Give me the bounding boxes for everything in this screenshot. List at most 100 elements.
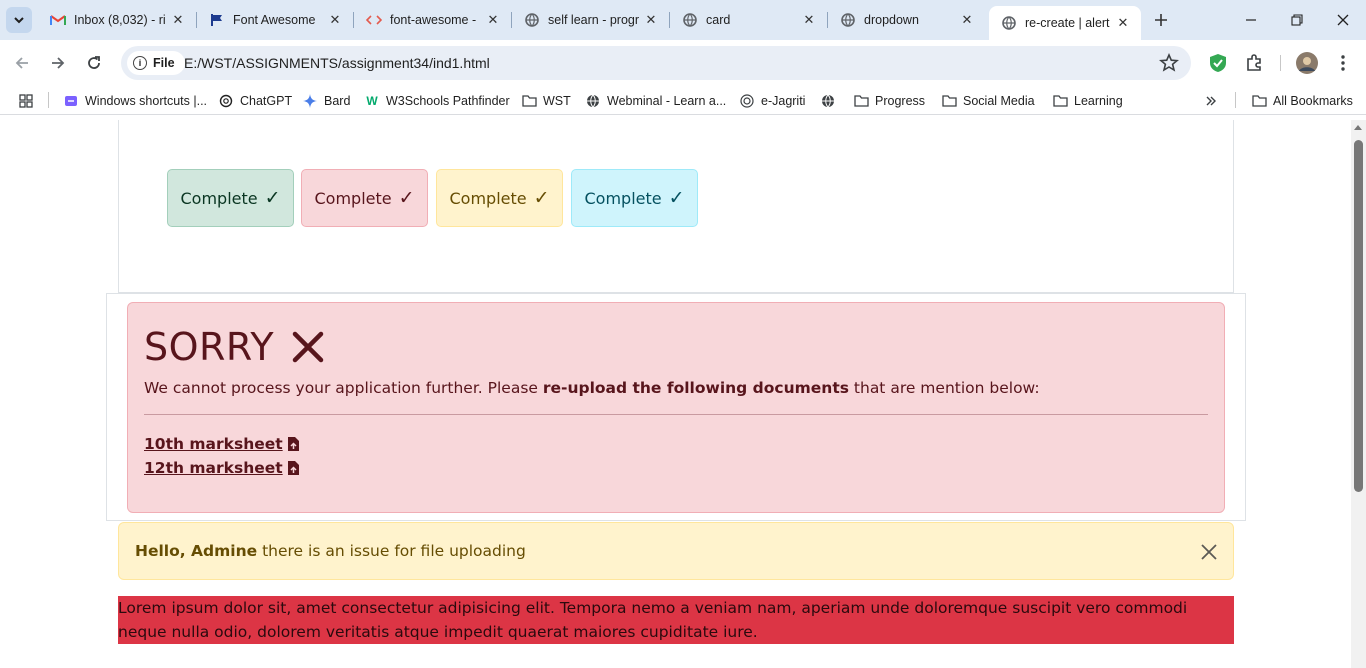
info-icon: i (133, 56, 147, 70)
new-tab-button[interactable] (1150, 9, 1172, 31)
tab-self-learn[interactable]: self learn - progr ✕ (512, 0, 669, 40)
globe-icon (840, 12, 856, 28)
danger-alert-container: SORRY We cannot process your application… (106, 293, 1246, 521)
bookmark-label: Social Media (963, 94, 1035, 108)
shield-extension-button[interactable] (1207, 52, 1229, 74)
close-icon[interactable]: ✕ (1115, 15, 1131, 31)
extensions-button[interactable] (1243, 52, 1265, 74)
bookmark-label: Windows shortcuts |... (85, 94, 208, 108)
bookmark-divider (1235, 92, 1236, 108)
more-vertical-icon (1341, 55, 1345, 71)
bookmark-wst-folder[interactable]: WST (521, 92, 571, 110)
bookmarks-overflow-button[interactable] (1203, 92, 1225, 110)
tab-card[interactable]: card ✕ (670, 0, 827, 40)
chatgpt-icon (218, 93, 234, 109)
bookmark-learning-folder[interactable]: Learning (1052, 92, 1123, 110)
bookmark-label: Learning (1074, 94, 1123, 108)
all-bookmarks-button[interactable]: All Bookmarks (1251, 92, 1353, 110)
tab-re-create-alert[interactable]: re-create | alert ✕ (989, 6, 1141, 40)
close-icon (1337, 14, 1349, 26)
forward-button[interactable] (44, 49, 72, 77)
bookmark-bard[interactable]: Bard (302, 92, 350, 110)
alert-message-emphasis: re-upload the following documents (542, 379, 849, 397)
alert-heading: SORRY (144, 325, 324, 369)
arrow-left-icon (15, 57, 28, 69)
bookmark-e-jagriti[interactable]: e-Jagriti (739, 92, 805, 110)
tab-title: re-create | alert (1025, 16, 1110, 30)
url-text[interactable]: E:/WST/ASSIGNMENTS/assignment34/ind1.htm… (184, 55, 490, 71)
check-icon: ✓ (398, 187, 415, 209)
bookmark-windows-shortcuts[interactable]: Windows shortcuts |... (63, 92, 207, 110)
all-bookmarks-label: All Bookmarks (1273, 94, 1353, 108)
lorem-paragraph: Lorem ipsum dolor sit, amet consectetur … (118, 596, 1234, 644)
tab-dropdown[interactable]: dropdown ✕ (828, 0, 985, 40)
minimize-button[interactable] (1228, 0, 1274, 40)
bookmark-divider (48, 92, 49, 108)
browser-toolbar: i File E:/WST/ASSIGNMENTS/assignment34/i… (0, 40, 1366, 86)
close-icon[interactable] (1199, 542, 1219, 562)
file-upload-icon (287, 461, 299, 475)
scroll-up-arrow-icon[interactable] (1354, 125, 1362, 130)
minimize-icon (1246, 19, 1256, 21)
check-icon: ✓ (533, 187, 550, 209)
tab-font-awesome[interactable]: Font Awesome ✕ (197, 0, 353, 40)
site-info-chip[interactable]: i File (127, 51, 185, 75)
page-scrollbar[interactable] (1351, 120, 1366, 668)
close-icon[interactable]: ✕ (485, 12, 501, 28)
reload-button[interactable] (80, 49, 108, 77)
bookmark-webminal[interactable]: Webminal - Learn a... (585, 92, 726, 110)
tab-title: font-awesome - (390, 13, 477, 27)
restore-icon (1291, 14, 1303, 26)
scroll-thumb[interactable] (1354, 140, 1363, 492)
flag-icon (209, 12, 225, 28)
star-icon[interactable] (1159, 53, 1179, 73)
bookmark-progress-folder[interactable]: Progress (853, 92, 925, 110)
restore-button[interactable] (1274, 0, 1320, 40)
shield-icon (1210, 54, 1226, 72)
bookmark-label: W3Schools Pathfinder (386, 94, 510, 108)
folder-icon (1052, 93, 1068, 109)
bookmark-chatgpt[interactable]: ChatGPT (218, 92, 292, 110)
toolbar-divider (1280, 55, 1281, 71)
close-icon[interactable]: ✕ (170, 12, 186, 28)
profile-avatar[interactable] (1296, 52, 1318, 74)
folder-icon (1251, 93, 1267, 109)
link-label: 12th marksheet (144, 459, 283, 477)
address-bar[interactable]: i File E:/WST/ASSIGNMENTS/assignment34/i… (121, 46, 1191, 80)
x-mark-icon (292, 331, 324, 363)
tab-search-button[interactable] (6, 7, 32, 33)
bookmark-app-icon (63, 93, 79, 109)
tab-gmail[interactable]: Inbox (8,032) - ri ✕ (38, 0, 196, 40)
badge-label: Complete (180, 188, 258, 208)
badge-label: Complete (584, 188, 662, 208)
reload-icon (88, 56, 100, 69)
close-icon[interactable]: ✕ (643, 12, 659, 28)
link-12th-marksheet[interactable]: 12th marksheet (144, 459, 300, 477)
back-button[interactable] (8, 49, 36, 77)
avatar-icon (1296, 52, 1318, 74)
chevron-down-icon (14, 17, 24, 24)
link-label: 10th marksheet (144, 435, 283, 453)
globe-icon (820, 93, 836, 109)
close-window-button[interactable] (1320, 0, 1366, 40)
warning-alert-text: Hello, Admine there is an issue for file… (135, 542, 526, 560)
close-icon[interactable]: ✕ (801, 12, 817, 28)
apps-button[interactable] (18, 92, 40, 110)
tab-title: self learn - progr (548, 13, 639, 27)
browser-menu-button[interactable] (1332, 52, 1354, 74)
close-icon[interactable]: ✕ (959, 12, 975, 28)
close-icon[interactable]: ✕ (327, 12, 343, 28)
alert-divider (144, 414, 1208, 415)
warning-alert: Hello, Admine there is an issue for file… (118, 522, 1234, 580)
link-10th-marksheet[interactable]: 10th marksheet (144, 435, 300, 453)
alert-message-end: that are mention below: (848, 379, 1040, 397)
bookmark-label: WST (543, 94, 571, 108)
tab-font-awesome-code[interactable]: font-awesome - ✕ (354, 0, 511, 40)
bookmark-globe[interactable] (820, 92, 842, 110)
bookmark-social-media-folder[interactable]: Social Media (941, 92, 1035, 110)
alert-message-start: We cannot process your application furth… (144, 379, 543, 397)
puzzle-icon (1247, 54, 1261, 71)
bookmark-label: ChatGPT (240, 94, 293, 108)
bookmark-w3schools[interactable]: W W3Schools Pathfinder (364, 92, 510, 110)
folder-icon (853, 93, 869, 109)
